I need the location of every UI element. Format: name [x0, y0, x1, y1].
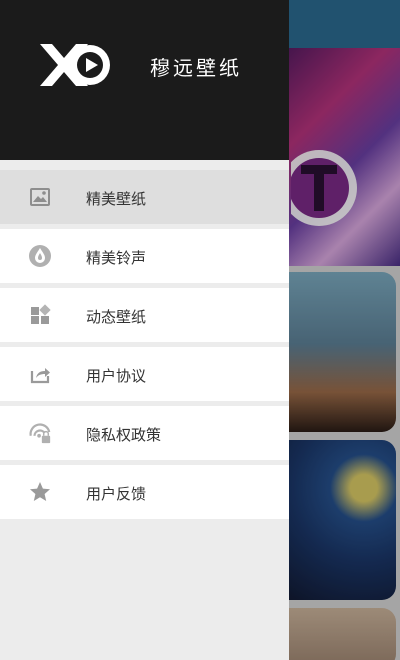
menu-item-label: 精美铃声 — [86, 249, 147, 267]
menu-item-feedback[interactable]: 用户反馈 — [0, 465, 289, 519]
app-title: 穆远壁纸 — [150, 56, 242, 80]
menu-item-label: 用户协议 — [86, 367, 147, 385]
share-icon — [28, 362, 52, 386]
menu-item-privacy-policy[interactable]: 隐私权政策 — [0, 406, 289, 460]
menu-item-user-agreement[interactable]: 用户协议 — [0, 347, 289, 401]
menu-item-label: 动态壁纸 — [86, 308, 147, 326]
image-icon — [28, 185, 52, 209]
navigation-drawer: 穆远壁纸 精美壁纸 精美铃声 动态壁纸 用户协议 隐私权政策 用户反馈 — [0, 0, 289, 660]
widgets-icon — [28, 303, 52, 327]
menu-item-label: 用户反馈 — [86, 485, 147, 503]
menu-item-label: 隐私权政策 — [86, 426, 162, 444]
menu-item-wallpapers[interactable]: 精美壁纸 — [0, 170, 289, 224]
drawer-header: 穆远壁纸 — [0, 0, 289, 160]
drawer-menu: 精美壁纸 精美铃声 动态壁纸 用户协议 隐私权政策 用户反馈 — [0, 170, 289, 524]
music-drop-icon — [28, 244, 52, 268]
privacy-icon — [28, 421, 52, 445]
xo-play-logo-icon — [40, 44, 110, 86]
menu-item-live-wallpapers[interactable]: 动态壁纸 — [0, 288, 289, 342]
menu-item-ringtones[interactable]: 精美铃声 — [0, 229, 289, 283]
drawer-scrim[interactable] — [289, 0, 400, 660]
menu-item-label: 精美壁纸 — [86, 190, 147, 208]
star-icon — [28, 480, 52, 504]
